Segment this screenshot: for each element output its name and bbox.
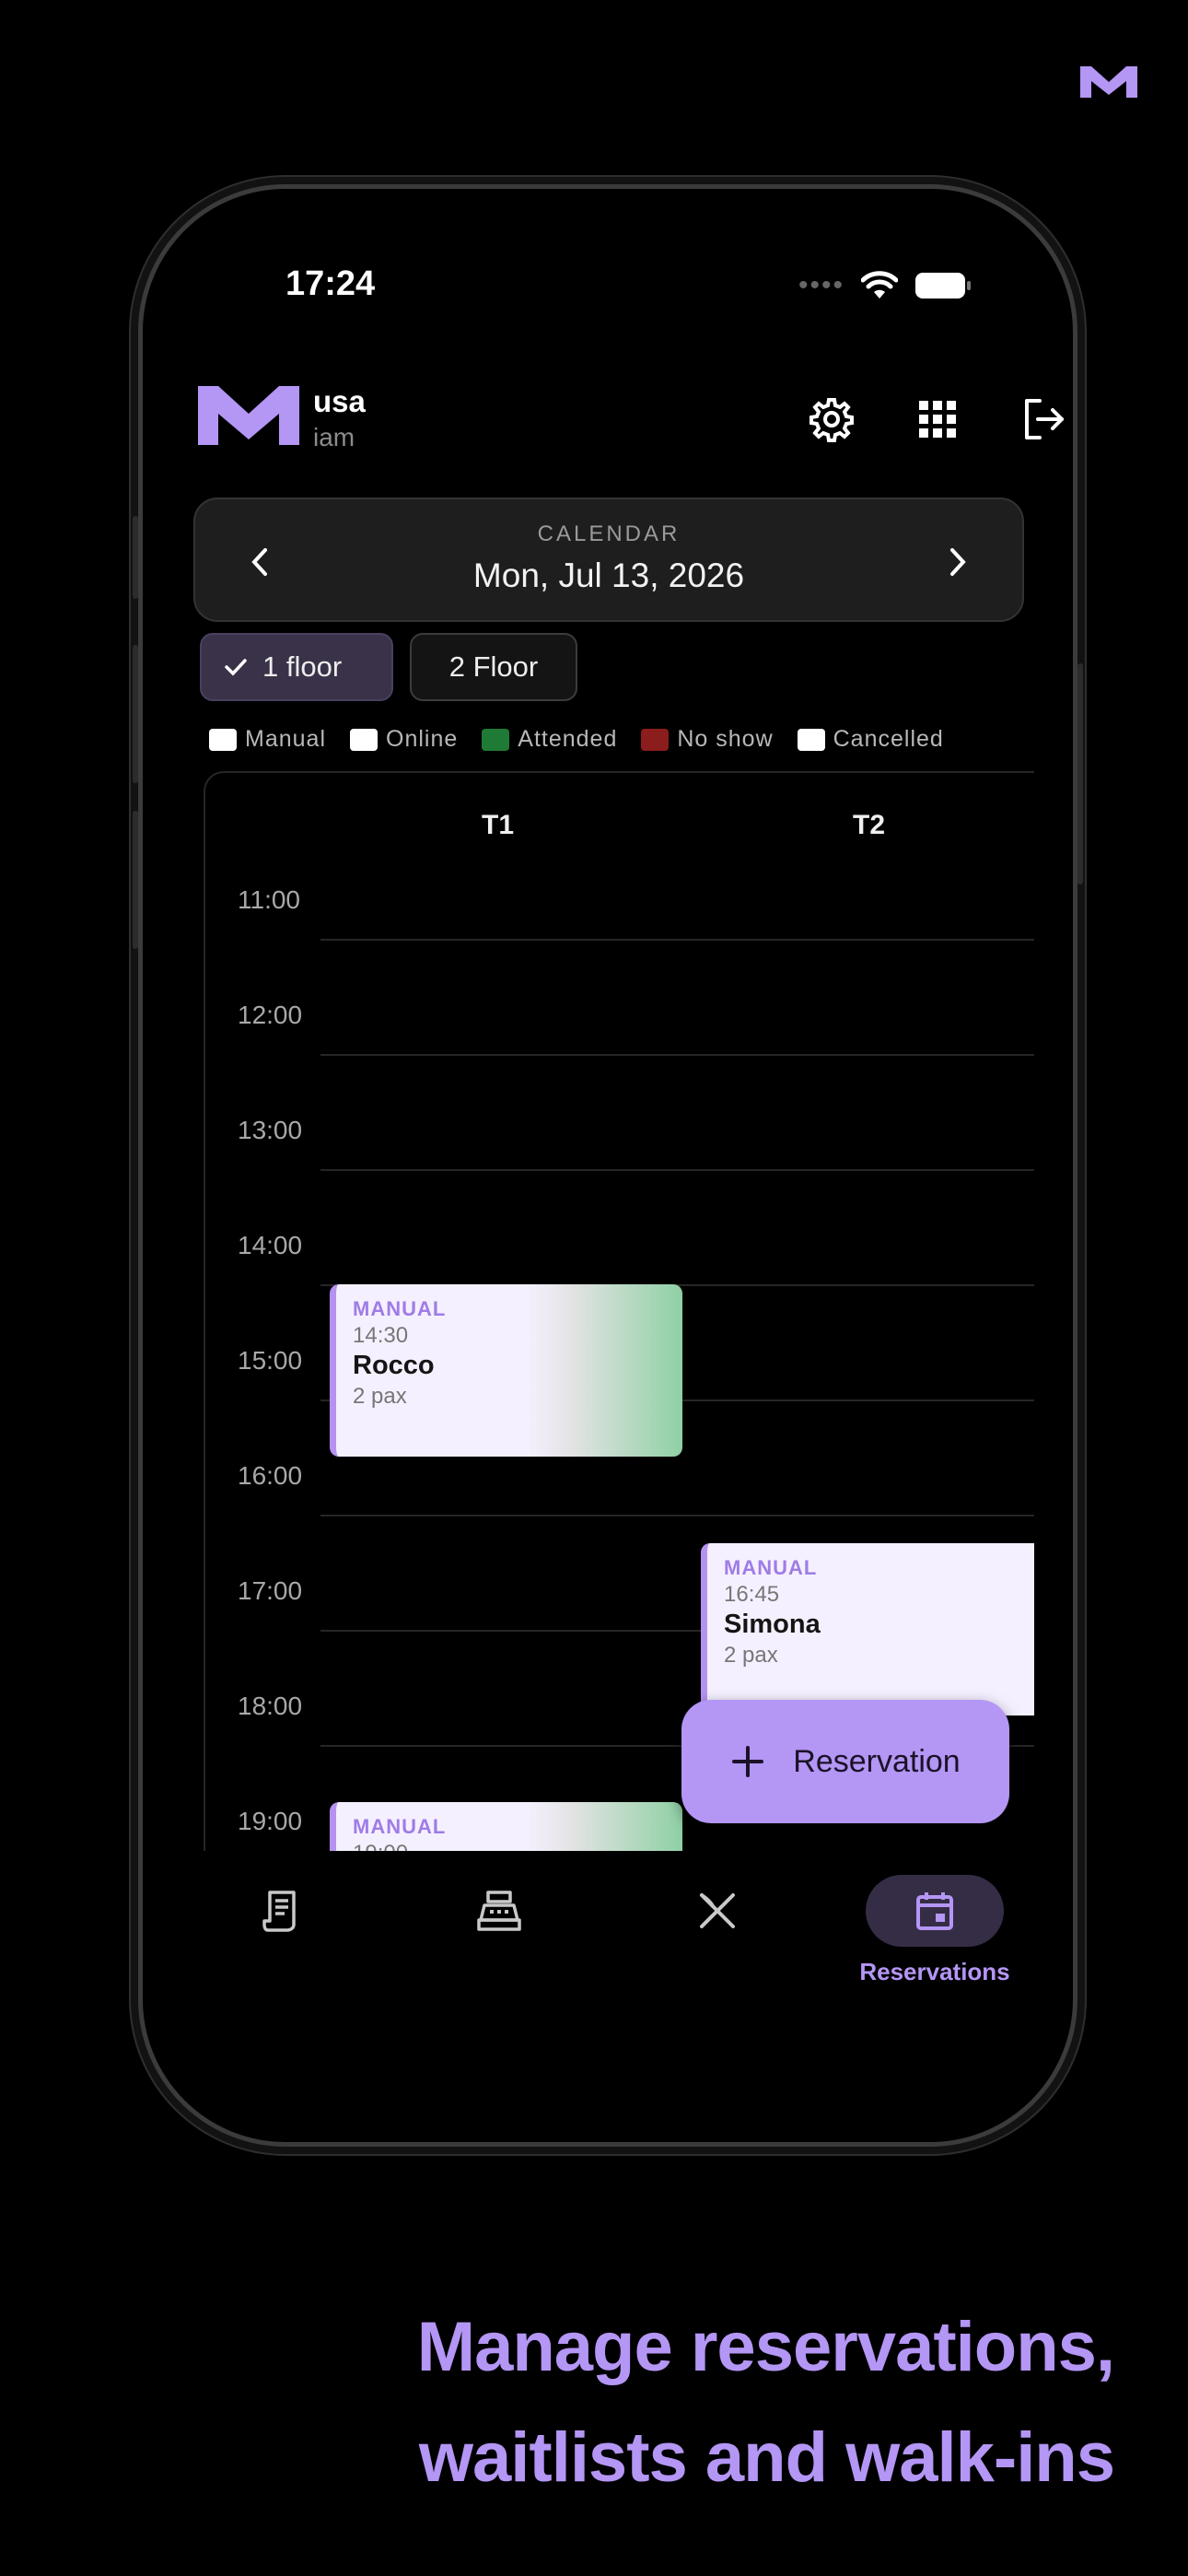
- phone-side-button: [133, 645, 138, 783]
- calendar-date-bar: CALENDAR Mon, Jul 13, 2026: [193, 498, 1024, 622]
- hour-label: 17:00: [238, 1576, 303, 1605]
- floor-chip-2[interactable]: 2 Floor: [410, 633, 577, 701]
- reservation-type: MANUAL: [724, 1556, 818, 1579]
- gear-icon: [809, 398, 854, 442]
- legend-label: Attended: [518, 726, 618, 752]
- status-time: 17:24: [285, 264, 376, 303]
- reservation-time: 14:30: [353, 1323, 409, 1348]
- table-header-t1: T1: [482, 810, 515, 840]
- logout-button[interactable]: [1016, 392, 1071, 447]
- add-reservation-button[interactable]: Reservation: [681, 1700, 1009, 1823]
- legend-cancelled: Cancelled: [797, 726, 944, 753]
- cash-register-icon: [477, 1891, 521, 1931]
- apps-grid-button[interactable]: [910, 392, 965, 447]
- check-icon: [225, 659, 247, 676]
- battery-icon: [915, 273, 971, 299]
- app-logo: [198, 386, 299, 445]
- hour-label: 12:00: [238, 1001, 303, 1029]
- settings-button[interactable]: [804, 392, 859, 447]
- user-role: iam: [313, 423, 355, 451]
- hour-label: 14:00: [238, 1231, 303, 1259]
- app-bar: usa iam: [198, 382, 1064, 456]
- grid-icon: [919, 401, 956, 438]
- floor-chip-label: 1 floor: [262, 650, 343, 683]
- add-reservation-label: Reservation: [793, 1743, 961, 1779]
- nav-item-menu[interactable]: [644, 1875, 791, 2004]
- wifi-icon: [861, 271, 898, 299]
- hour-divider: [320, 1169, 1034, 1171]
- reservation-time: 16:45: [724, 1582, 780, 1607]
- phone-side-button: [133, 811, 138, 949]
- hour-label: 11:00: [238, 885, 300, 914]
- reservation-pax: 2 pax: [353, 1384, 407, 1409]
- floor-chip-1[interactable]: 1 floor: [200, 633, 393, 701]
- reservation-card[interactable]: MANUAL 19:00: [330, 1802, 682, 1851]
- reservation-name: Rocco: [353, 1351, 435, 1380]
- cutlery-icon: [700, 1893, 735, 1928]
- hour-label: 19:00: [238, 1807, 303, 1835]
- legend-label: Manual: [245, 726, 326, 752]
- logout-icon: [1025, 399, 1064, 439]
- legend-label: No show: [677, 726, 774, 752]
- legend-swatch: [482, 728, 510, 751]
- receipt-icon: [262, 1891, 296, 1932]
- legend-swatch: [209, 728, 237, 751]
- plus-icon: [732, 1746, 764, 1777]
- hour-divider: [320, 1515, 1034, 1516]
- legend-swatch: [350, 728, 378, 751]
- phone-side-button: [133, 516, 138, 599]
- tagline-line-1: Manage reservations,: [416, 2308, 1115, 2386]
- legend-swatch: [641, 728, 670, 751]
- legend-swatch: [797, 728, 825, 751]
- phone-side-button: [1077, 663, 1083, 884]
- signal-dots-icon: ••••: [798, 270, 844, 300]
- table-header-t2: T2: [853, 810, 886, 840]
- reservation-card[interactable]: MANUAL 16:45 Simona 2 pax: [701, 1543, 1034, 1715]
- reservation-card[interactable]: MANUAL 14:30 Rocco 2 pax: [330, 1284, 682, 1457]
- nav-item-cashier[interactable]: [425, 1875, 573, 2004]
- calendar-icon: [916, 1892, 953, 1930]
- status-legend: Manual Online Attended No show Cancelled: [209, 726, 944, 753]
- legend-online: Online: [350, 726, 458, 753]
- hour-label: 16:00: [238, 1461, 303, 1490]
- brand-logo: [1080, 66, 1137, 98]
- tagline-line-2: waitlists and walk-ins: [418, 2418, 1115, 2497]
- hour-label: 15:00: [238, 1346, 303, 1375]
- legend-no-show: No show: [641, 726, 773, 753]
- nav-label: Reservations: [859, 1958, 1010, 1985]
- legend-label: Online: [386, 726, 459, 752]
- status-icons: ••••: [798, 270, 972, 301]
- schedule-grid[interactable]: T1 T2 11:00 12:00 13:00 14:00 15:00 16:0…: [204, 771, 1034, 1851]
- legend-manual: Manual: [209, 726, 326, 753]
- calendar-caption: CALENDAR: [537, 521, 681, 546]
- next-day-button[interactable]: [930, 534, 985, 590]
- nav-item-reservations[interactable]: Reservations: [859, 1875, 1010, 2004]
- calendar-date[interactable]: Mon, Jul 13, 2026: [195, 556, 1022, 595]
- chevron-right-icon: [950, 548, 966, 576]
- reservation-time: 19:00: [353, 1841, 682, 1851]
- reservation-name: Simona: [724, 1610, 821, 1639]
- marketing-tagline: Manage reservations, waitlists and walk-…: [416, 2292, 1115, 2513]
- reservation-type: MANUAL: [353, 1297, 447, 1320]
- nav-item-orders[interactable]: [207, 1875, 355, 2004]
- reservation-pax: 2 pax: [724, 1643, 778, 1668]
- phone-frame: 17:24 •••• usa iam CALENDAR Mon, Jul 13,…: [138, 184, 1077, 2147]
- legend-attended: Attended: [482, 726, 617, 753]
- hour-divider: [320, 939, 1034, 941]
- floor-chip-label: 2 Floor: [448, 650, 539, 683]
- reservation-type: MANUAL: [353, 1815, 447, 1838]
- user-name: usa: [313, 384, 366, 418]
- hour-label: 18:00: [238, 1692, 303, 1720]
- hour-label: 13:00: [238, 1116, 303, 1144]
- hour-divider: [320, 1054, 1034, 1056]
- bottom-navigation: Reservations: [143, 1875, 1073, 2013]
- legend-label: Cancelled: [833, 726, 944, 752]
